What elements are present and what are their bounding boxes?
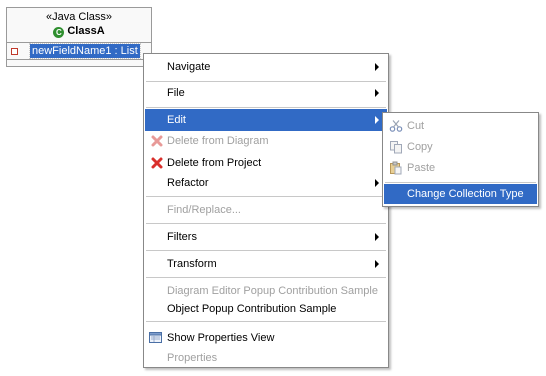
menu-separator <box>146 223 386 224</box>
class-stereotype: «Java Class» <box>45 11 113 23</box>
submenu-item-change-collection-type[interactable]: Change Collection Type <box>384 184 537 204</box>
menu-item-navigate[interactable]: Navigate <box>145 56 387 78</box>
properties-view-icon <box>149 332 162 343</box>
edit-submenu: Cut Copy Paste Change Collection Type <box>382 112 539 207</box>
menu-item-properties[interactable]: Properties <box>145 347 387 369</box>
submenu-arrow-icon <box>375 116 379 124</box>
menu-item-delete-from-diagram[interactable]: Delete from Diagram <box>145 130 387 152</box>
class-name: ClassA <box>67 25 105 37</box>
submenu-separator <box>385 182 536 183</box>
submenu-arrow-icon <box>375 260 379 268</box>
submenu-item-paste[interactable]: Paste <box>384 157 537 179</box>
uml-class-box[interactable]: «Java Class» C ClassA newFieldName1 : Lis… <box>6 7 152 67</box>
cut-icon <box>389 120 403 132</box>
selected-field[interactable]: newFieldName1 : List <box>29 43 141 59</box>
submenu-item-copy[interactable]: Copy <box>384 136 537 158</box>
field-icon <box>11 48 18 55</box>
submenu-arrow-icon <box>375 63 379 71</box>
submenu-arrow-icon <box>375 233 379 241</box>
submenu-arrow-icon <box>375 89 379 97</box>
menu-separator <box>146 196 386 197</box>
menu-item-show-properties-view[interactable]: Show Properties View <box>145 327 387 349</box>
class-divider-bottom <box>7 59 151 60</box>
menu-item-delete-from-project[interactable]: Delete from Project <box>145 152 387 174</box>
class-name-row: C ClassA <box>7 25 151 38</box>
menu-separator <box>146 277 386 278</box>
context-menu: Navigate File Edit Delete from Diagram D… <box>143 53 389 368</box>
class-divider-top <box>7 42 151 43</box>
menu-separator <box>146 107 386 108</box>
menu-separator <box>146 250 386 251</box>
menu-item-edit[interactable]: Edit <box>145 109 387 131</box>
class-icon: C <box>53 27 65 38</box>
menu-item-object-popup-sample[interactable]: Object Popup Contribution Sample <box>145 298 387 320</box>
menu-item-file[interactable]: File <box>145 82 387 104</box>
menu-item-refactor[interactable]: Refactor <box>145 172 387 194</box>
menu-item-find-replace[interactable]: Find/Replace... <box>145 199 387 221</box>
submenu-arrow-icon <box>375 179 379 187</box>
menu-item-filters[interactable]: Filters <box>145 226 387 248</box>
copy-icon <box>390 141 402 154</box>
delete-x-icon <box>151 135 163 147</box>
menu-item-transform[interactable]: Transform <box>145 253 387 275</box>
submenu-item-cut[interactable]: Cut <box>384 115 537 137</box>
paste-icon <box>390 161 402 175</box>
delete-x-icon <box>151 157 163 169</box>
menu-separator <box>146 321 386 322</box>
